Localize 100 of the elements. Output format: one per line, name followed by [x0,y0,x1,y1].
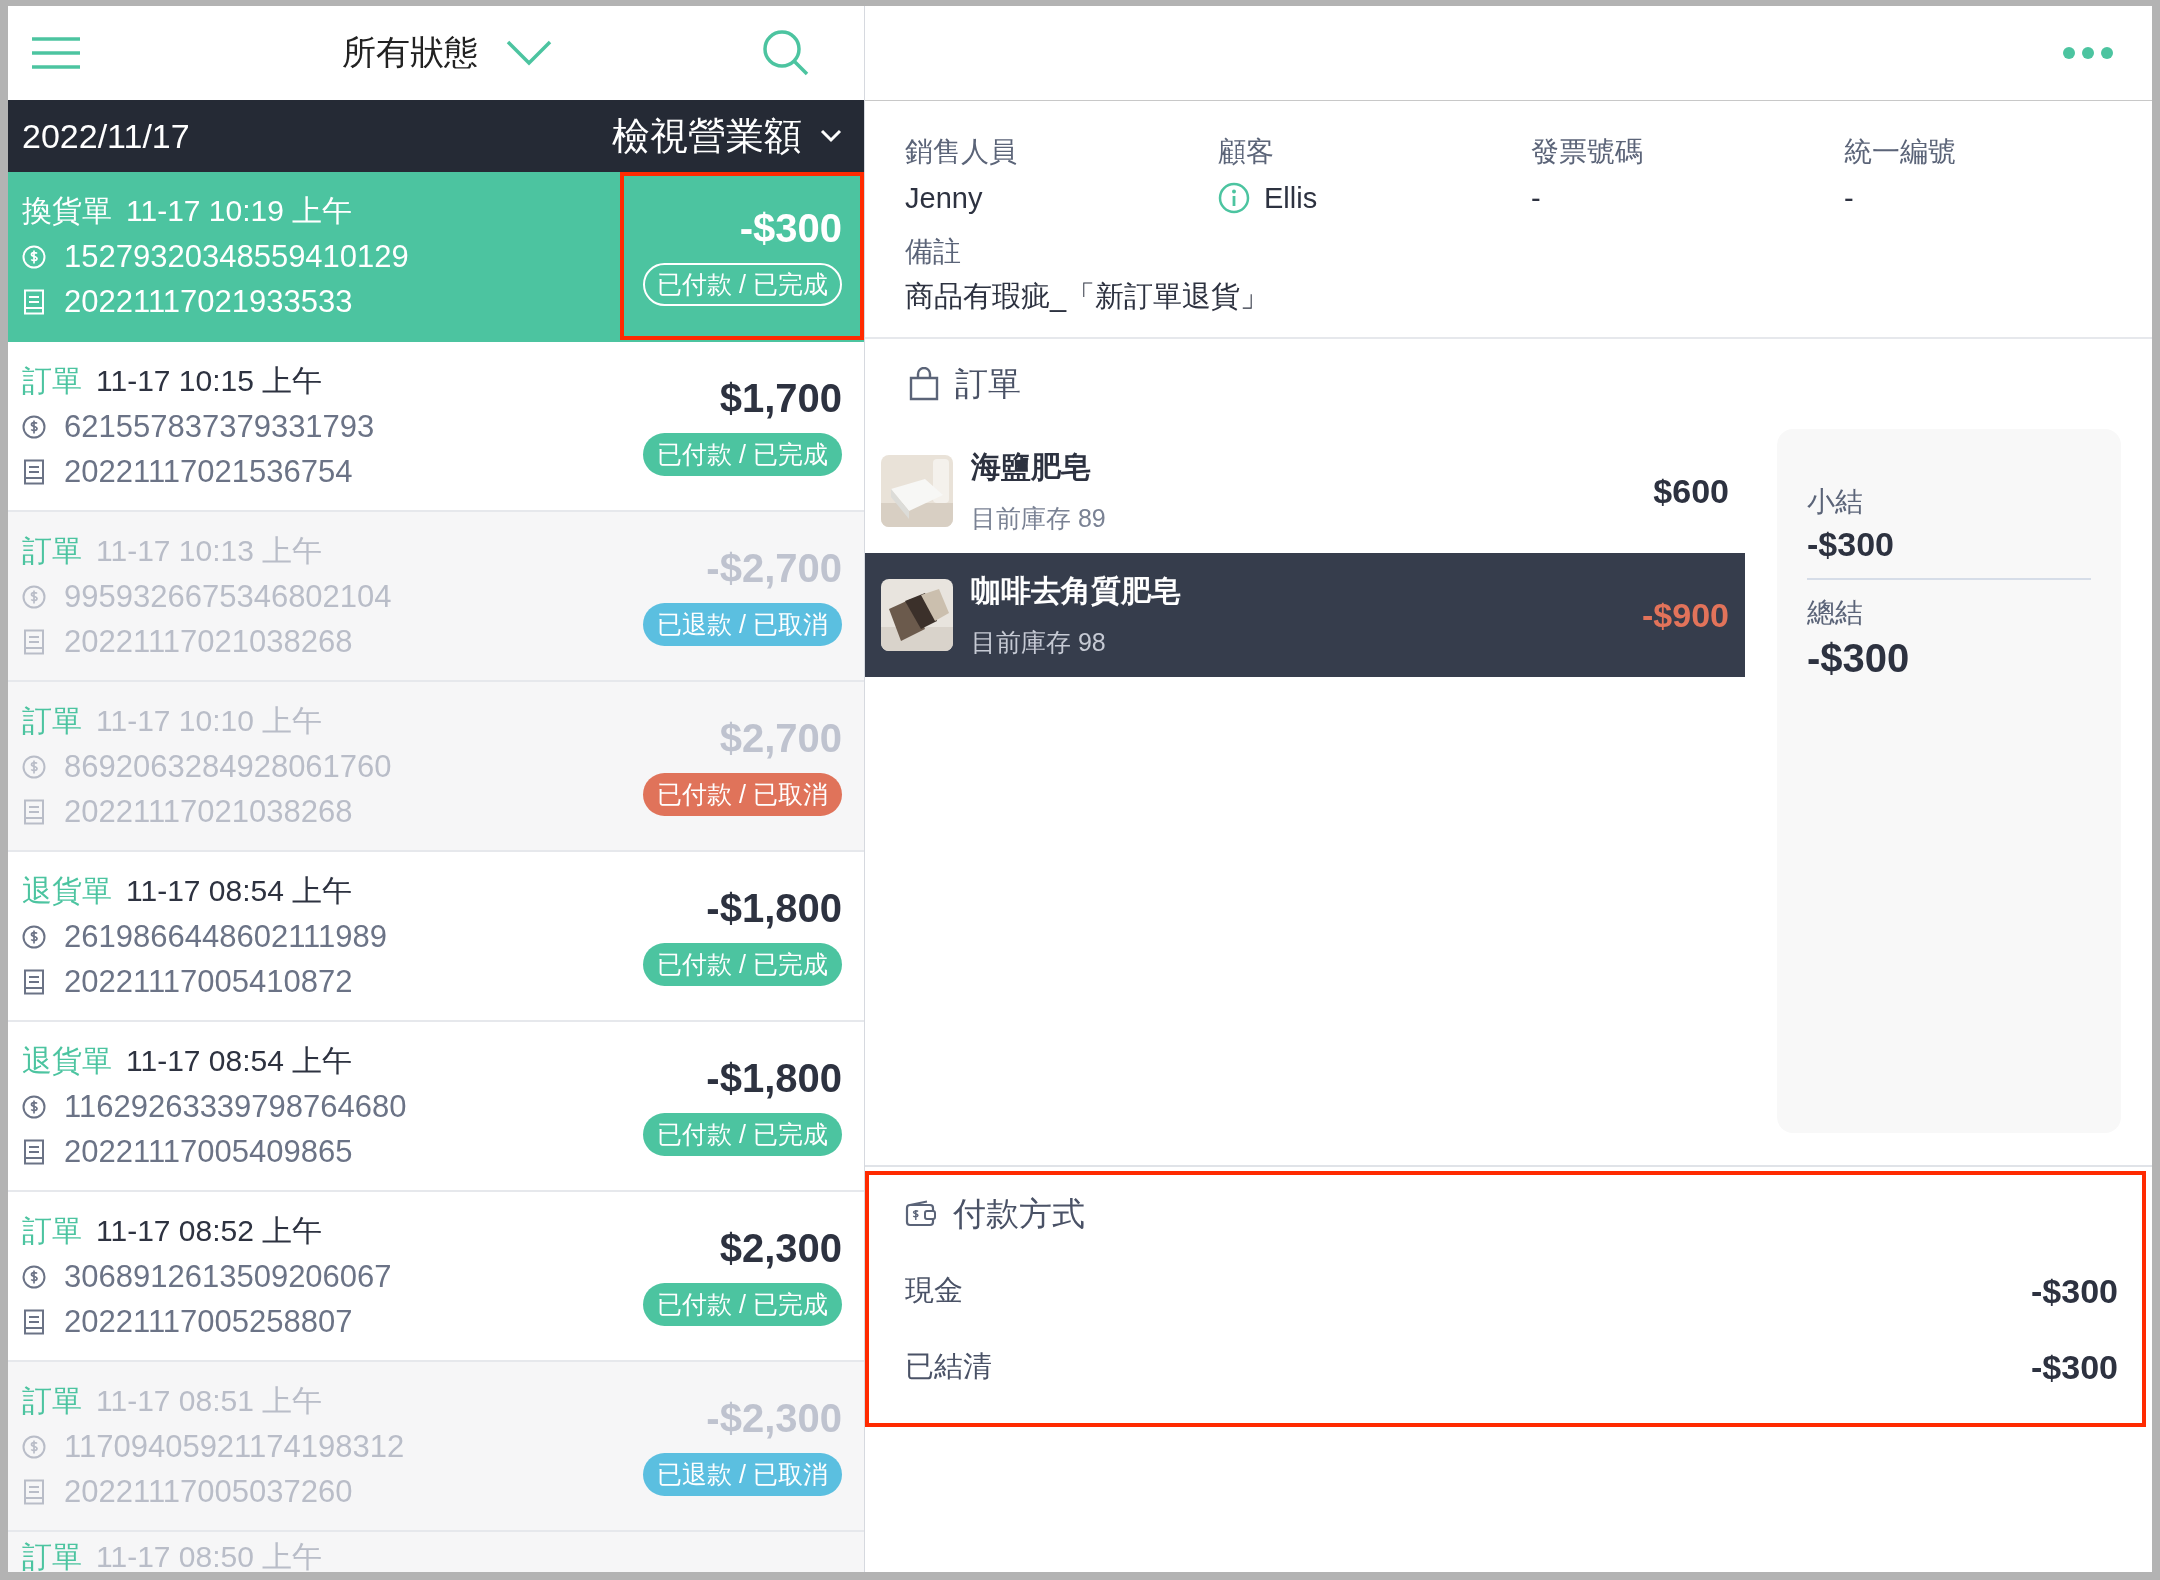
dollar-coin-icon [22,924,46,949]
dollar-coin-icon [22,244,46,269]
summary-label: 總結 [1807,596,1864,630]
order-number: 20221117005409865 [64,1133,353,1170]
dollar-coin-icon [22,414,46,439]
receipt-icon [22,288,46,315]
receipt-icon [22,1138,46,1165]
more-icon[interactable] [2062,46,2114,60]
order-type: 訂單 [22,1212,82,1249]
payment-id: 3068912613509206067 [64,1258,392,1295]
order-type: 訂單 [22,532,82,569]
order-time: 11-17 08:50 上午 [96,1538,323,1572]
item-price: $600 [1653,471,1729,511]
status-badge: 已付款 / 已完成 [643,433,842,476]
payment-id: 9959326675346802104 [64,578,392,615]
receipt-icon [22,628,46,655]
shopping-bag-icon [909,367,939,401]
order-type: 換貨單 [22,192,112,229]
field-value: Jenny [905,181,983,215]
status-badge: 已退款 / 已取消 [643,603,842,646]
order-number: 20221117021038268 [64,623,353,660]
order-number: 20221117005410872 [64,963,353,1000]
field-label: 發票號碼 [1531,135,1644,169]
order-amount: $1,700 [719,376,842,421]
dollar-coin-icon [22,584,46,609]
order-time: 11-17 08:54 上午 [126,1042,353,1079]
payment-amount: -$300 [2031,1347,2118,1387]
field-label: 顧客 [1218,135,1275,169]
order-type: 退貨單 [22,872,112,909]
payment-label: 現金 [905,1273,963,1308]
order-time: 11-17 10:10 上午 [96,702,323,739]
status-badge: 已付款 / 已完成 [643,263,842,306]
field-value: Ellis [1264,181,1318,215]
order-type: 退貨單 [22,1042,112,1079]
order-time: 11-17 10:19 上午 [126,192,353,229]
order-number: 20221117005037260 [64,1473,353,1510]
view-sales-dropdown[interactable]: 檢視營業額 [612,110,842,162]
date-label: 2022/11/17 [22,116,190,156]
payment-amount: -$300 [2031,1271,2118,1311]
note-text: 商品有瑕疵_「新訂單退貨」 [905,279,1271,314]
status-badge: 已付款 / 已完成 [643,1113,842,1156]
order-type: 訂單 [22,1538,82,1572]
receipt-icon [22,798,46,825]
payment-id: 8692063284928061760 [64,748,392,785]
payment-id: 11709405921174198312 [64,1428,405,1465]
order-time: 11-17 08:54 上午 [126,872,353,909]
summary-value: -$300 [1807,525,1895,564]
item-stock: 目前庫存 98 [971,627,1107,658]
order-amount: -$1,800 [706,886,842,931]
order-type: 訂單 [22,362,82,399]
section-title: 付款方式 [953,1193,1085,1234]
summary-value: -$300 [1807,636,1911,681]
order-type: 訂單 [22,702,82,739]
order-amount: -$300 [739,206,842,251]
payment-id: 621557837379331793 [64,408,375,445]
dollar-coin-icon [22,754,46,779]
wallet-icon [905,1200,937,1228]
order-amount: $2,300 [719,1226,842,1271]
payment-id: 15279320348559410129 [64,238,409,275]
field-value: - [1844,181,1854,215]
order-time: 11-17 10:13 上午 [96,532,323,569]
field-label: 銷售人員 [905,135,1018,169]
status-badge: 已退款 / 已取消 [643,1453,842,1496]
order-number: 20221117021933533 [64,283,353,320]
order-number: 20221117021038268 [64,793,353,830]
receipt-icon [22,1478,46,1505]
status-badge: 已付款 / 已取消 [643,773,842,816]
order-number: 20221117005258807 [64,1303,353,1340]
info-icon[interactable] [1218,182,1250,214]
caret-icon [820,129,842,143]
order-item[interactable]: 海鹽肥皂 目前庫存 89 $600 [865,429,1745,553]
field-label: 備註 [905,235,962,269]
dollar-coin-icon [22,1264,46,1289]
payment-id: 11629263339798764680 [64,1088,407,1125]
order-amount: -$1,800 [706,1056,842,1101]
menu-icon[interactable] [32,36,80,70]
status-filter-dropdown[interactable]: 所有狀態 [342,30,478,76]
dollar-coin-icon [22,1434,46,1459]
receipt-icon [22,968,46,995]
item-price: -$900 [1642,595,1729,635]
dollar-coin-icon [22,1094,46,1119]
receipt-icon [22,458,46,485]
search-icon[interactable] [762,29,810,77]
status-badge: 已付款 / 已完成 [643,943,842,986]
payment-label: 已結清 [905,1349,992,1384]
summary-label: 小結 [1807,485,1864,519]
section-title: 訂單 [955,363,1021,404]
order-type: 訂單 [22,1382,82,1419]
field-label: 統一編號 [1844,135,1957,169]
order-time: 11-17 08:51 上午 [96,1382,323,1419]
item-name: 咖啡去角質肥皂 [971,573,1182,609]
order-number: 20221117021536754 [64,453,353,490]
order-item[interactable]: 咖啡去角質肥皂 目前庫存 98 -$900 [865,553,1745,677]
order-time: 11-17 08:52 上午 [96,1212,323,1249]
field-value: - [1531,181,1541,215]
item-stock: 目前庫存 89 [971,503,1107,534]
order-time: 11-17 10:15 上午 [96,362,323,399]
chevron-down-icon[interactable] [506,40,552,66]
receipt-icon [22,1308,46,1335]
status-badge: 已付款 / 已完成 [643,1283,842,1326]
